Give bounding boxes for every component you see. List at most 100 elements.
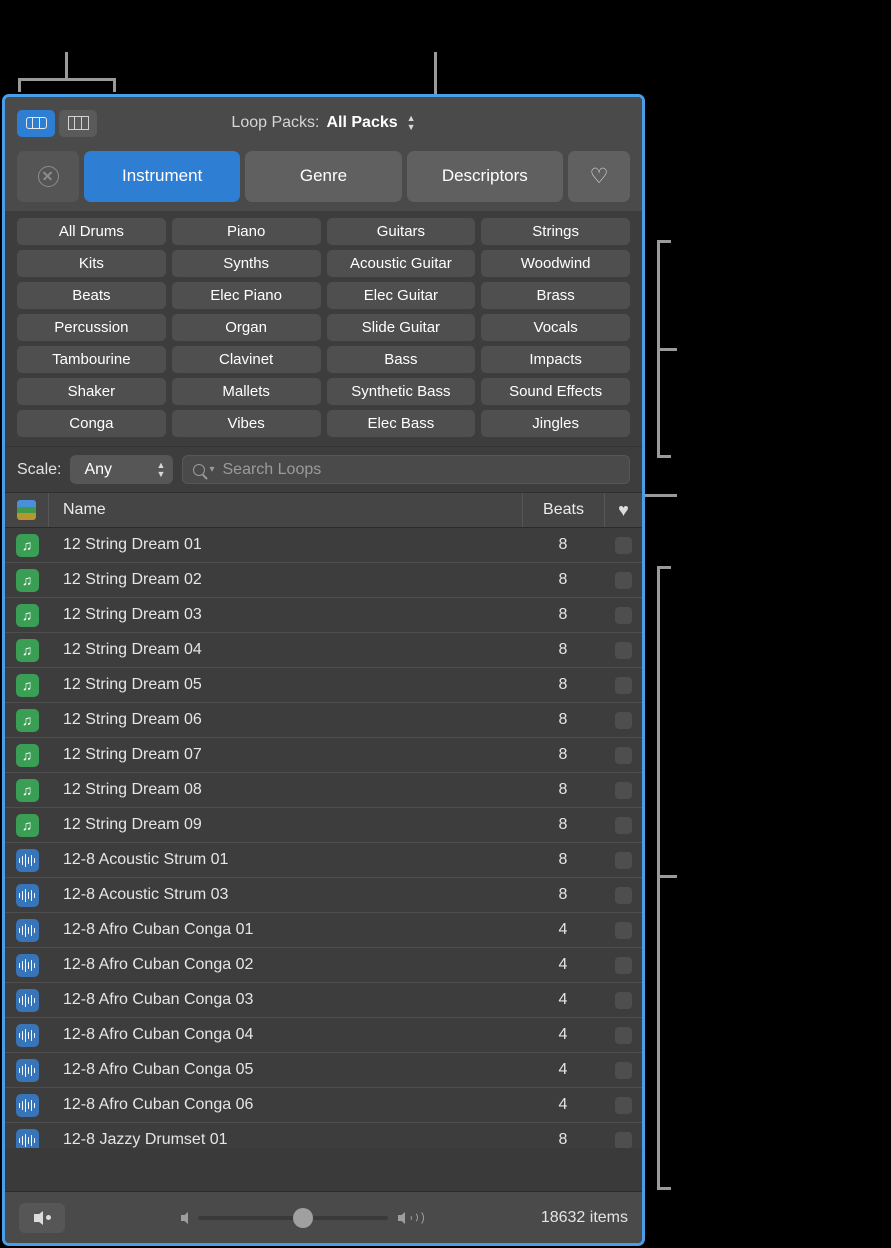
table-row[interactable]: 12-8 Afro Cuban Conga 05 4 [5,1053,642,1088]
search-loops-field[interactable]: ▾ Search Loops [182,455,630,484]
favorite-checkbox[interactable] [614,1096,632,1114]
favorite-checkbox[interactable] [614,956,632,974]
favorite-cell[interactable] [604,991,642,1009]
keyword-button[interactable]: Clavinet [171,346,321,373]
table-row[interactable]: ♫ 12 String Dream 08 8 [5,773,642,808]
table-row[interactable]: ♫ 12 String Dream 05 8 [5,668,642,703]
keyword-button[interactable]: Percussion [17,314,166,341]
tab-instrument[interactable]: Instrument [84,150,241,202]
favorite-checkbox[interactable] [614,1026,632,1044]
favorite-cell[interactable] [604,1061,642,1079]
favorite-cell[interactable] [604,1131,642,1148]
keyword-button[interactable]: Conga [17,410,166,437]
favorite-cell[interactable] [604,676,642,694]
favorite-checkbox[interactable] [614,746,632,764]
table-row[interactable]: 12-8 Acoustic Strum 01 8 [5,843,642,878]
favorite-checkbox[interactable] [614,921,632,939]
column-header-name[interactable]: Name [49,501,522,519]
keyword-button[interactable]: Mallets [171,378,321,405]
keyword-button[interactable]: Shaker [17,378,166,405]
favorite-checkbox[interactable] [614,991,632,1009]
keyword-button[interactable]: All Drums [17,218,166,245]
favorite-cell[interactable] [604,781,642,799]
favorite-cell[interactable] [604,1026,642,1044]
favorite-checkbox[interactable] [614,886,632,904]
favorite-checkbox[interactable] [614,1131,632,1148]
table-row[interactable]: ♫ 12 String Dream 06 8 [5,703,642,738]
table-row[interactable]: ♫ 12 String Dream 01 8 [5,528,642,563]
tab-favorites[interactable]: ♡ [567,150,630,202]
table-row[interactable]: ♫ 12 String Dream 02 8 [5,563,642,598]
reset-filters-button[interactable] [17,150,79,202]
table-row[interactable]: ♫ 12 String Dream 04 8 [5,633,642,668]
table-row[interactable]: 12-8 Afro Cuban Conga 01 4 [5,913,642,948]
favorite-checkbox[interactable] [614,781,632,799]
favorite-cell[interactable] [604,921,642,939]
loop-list[interactable]: ♫ 12 String Dream 01 8 ♫ 12 String Dream… [5,528,642,1148]
keyword-button[interactable]: Acoustic Guitar [326,250,476,277]
favorite-cell[interactable] [604,956,642,974]
favorite-checkbox[interactable] [614,851,632,869]
table-row[interactable]: ♫ 12 String Dream 07 8 [5,738,642,773]
tab-descriptors[interactable]: Descriptors [406,150,563,202]
keyword-button[interactable]: Bass [326,346,476,373]
keyword-button[interactable]: Slide Guitar [326,314,476,341]
keyword-button[interactable]: Jingles [481,410,630,437]
keyword-button[interactable]: Guitars [326,218,476,245]
loop-packs-value[interactable]: All Packs [326,114,397,132]
table-row[interactable]: 12-8 Afro Cuban Conga 06 4 [5,1088,642,1123]
favorite-cell[interactable] [604,816,642,834]
favorite-checkbox[interactable] [614,1061,632,1079]
preview-playback-button[interactable] [19,1202,65,1233]
favorite-cell[interactable] [604,886,642,904]
keyword-button[interactable]: Tambourine [17,346,166,373]
favorite-cell[interactable] [604,536,642,554]
scale-select[interactable]: Any ▲ ▼ [70,455,174,484]
button-view-toggle[interactable] [17,109,55,137]
favorite-cell[interactable] [604,1096,642,1114]
keyword-button[interactable]: Brass [481,282,630,309]
keyword-button[interactable]: Synths [171,250,321,277]
loop-packs-stepper[interactable]: ▲ ▼ [407,114,416,132]
keyword-button[interactable]: Vocals [481,314,630,341]
table-row[interactable]: 12-8 Afro Cuban Conga 03 4 [5,983,642,1018]
keyword-button[interactable]: Elec Piano [171,282,321,309]
keyword-button[interactable]: Impacts [481,346,630,373]
keyword-button[interactable]: Sound Effects [481,378,630,405]
table-row[interactable]: 12-8 Afro Cuban Conga 04 4 [5,1018,642,1053]
tab-genre[interactable]: Genre [245,150,402,202]
favorite-cell[interactable] [604,711,642,729]
volume-slider[interactable] [198,1207,389,1228]
table-row[interactable]: 12-8 Acoustic Strum 03 8 [5,878,642,913]
favorite-cell[interactable] [604,746,642,764]
column-header-sort-toggle[interactable] [5,493,49,527]
table-row[interactable]: 12-8 Afro Cuban Conga 02 4 [5,948,642,983]
keyword-button[interactable]: Vibes [171,410,321,437]
favorite-cell[interactable] [604,606,642,624]
favorite-cell[interactable] [604,851,642,869]
volume-slider-knob[interactable] [293,1207,314,1228]
table-row[interactable]: 12-8 Jazzy Drumset 01 8 [5,1123,642,1148]
favorite-cell[interactable] [604,571,642,589]
column-header-beats[interactable]: Beats [522,493,604,527]
keyword-button[interactable]: Elec Guitar [326,282,476,309]
column-view-toggle[interactable] [59,109,97,137]
keyword-button[interactable]: Elec Bass [326,410,476,437]
keyword-button[interactable]: Kits [17,250,166,277]
favorite-checkbox[interactable] [614,571,632,589]
keyword-button[interactable]: Strings [481,218,630,245]
keyword-button[interactable]: Beats [17,282,166,309]
favorite-cell[interactable] [604,641,642,659]
column-header-favorites[interactable]: ♥ [604,493,642,527]
favorite-checkbox[interactable] [614,536,632,554]
keyword-button[interactable]: Synthetic Bass [326,378,476,405]
favorite-checkbox[interactable] [614,606,632,624]
favorite-checkbox[interactable] [614,641,632,659]
table-row[interactable]: ♫ 12 String Dream 03 8 [5,598,642,633]
favorite-checkbox[interactable] [614,711,632,729]
favorite-checkbox[interactable] [614,816,632,834]
favorite-checkbox[interactable] [614,676,632,694]
keyword-button[interactable]: Woodwind [481,250,630,277]
table-row[interactable]: ♫ 12 String Dream 09 8 [5,808,642,843]
keyword-button[interactable]: Organ [171,314,321,341]
